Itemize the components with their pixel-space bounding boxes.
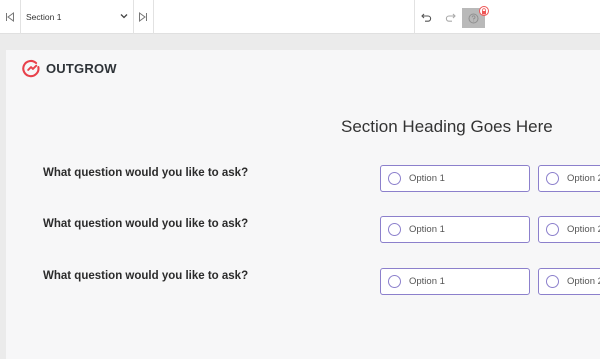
radio-icon	[388, 275, 401, 288]
brand-name: OUTGROW	[46, 61, 117, 76]
lock-badge	[479, 6, 489, 16]
section-select[interactable]: Section 1	[21, 6, 132, 28]
option-card[interactable]: Option 1	[380, 165, 530, 192]
option-card[interactable]: Option 2	[538, 165, 600, 192]
skip-forward-icon	[139, 12, 147, 22]
radio-icon	[388, 172, 401, 185]
option-label: Option 1	[409, 276, 445, 287]
outgrow-logo-icon	[22, 59, 40, 78]
chevron-down-icon	[120, 14, 128, 19]
option-label: Option 2	[567, 224, 600, 235]
option-card[interactable]: Option 2	[538, 216, 600, 243]
option-label: Option 1	[409, 224, 445, 235]
section-select-value: Section 1	[26, 12, 62, 22]
skip-back-icon	[6, 12, 14, 22]
builder-toolbar: Section 1	[0, 0, 600, 34]
option-card[interactable]: Option 2	[538, 268, 600, 295]
undo-icon	[420, 13, 431, 22]
section-heading[interactable]: Section Heading Goes Here	[341, 117, 600, 137]
question-text[interactable]: What question would you like to ask?	[43, 167, 248, 179]
help-icon	[468, 13, 479, 23]
toolbar-divider	[414, 0, 415, 34]
undo-button[interactable]	[418, 0, 434, 34]
radio-icon	[546, 275, 559, 288]
radio-icon	[388, 223, 401, 236]
radio-icon	[546, 223, 559, 236]
lock-icon	[482, 7, 486, 14]
toolbar-divider	[153, 0, 154, 34]
option-label: Option 2	[567, 276, 600, 287]
builder-canvas: OUTGROW Section Heading Goes Here What q…	[6, 50, 600, 359]
previous-section-button[interactable]	[0, 0, 20, 34]
brand-logo: OUTGROW	[22, 59, 117, 78]
option-card[interactable]: Option 1	[380, 268, 530, 295]
question-text[interactable]: What question would you like to ask?	[43, 218, 248, 230]
option-label: Option 2	[567, 173, 600, 184]
next-section-button[interactable]	[134, 0, 152, 34]
question-text[interactable]: What question would you like to ask?	[43, 270, 248, 282]
radio-icon	[546, 172, 559, 185]
option-card[interactable]: Option 1	[380, 216, 530, 243]
option-label: Option 1	[409, 173, 445, 184]
redo-icon	[445, 13, 456, 22]
redo-button[interactable]	[442, 0, 458, 34]
